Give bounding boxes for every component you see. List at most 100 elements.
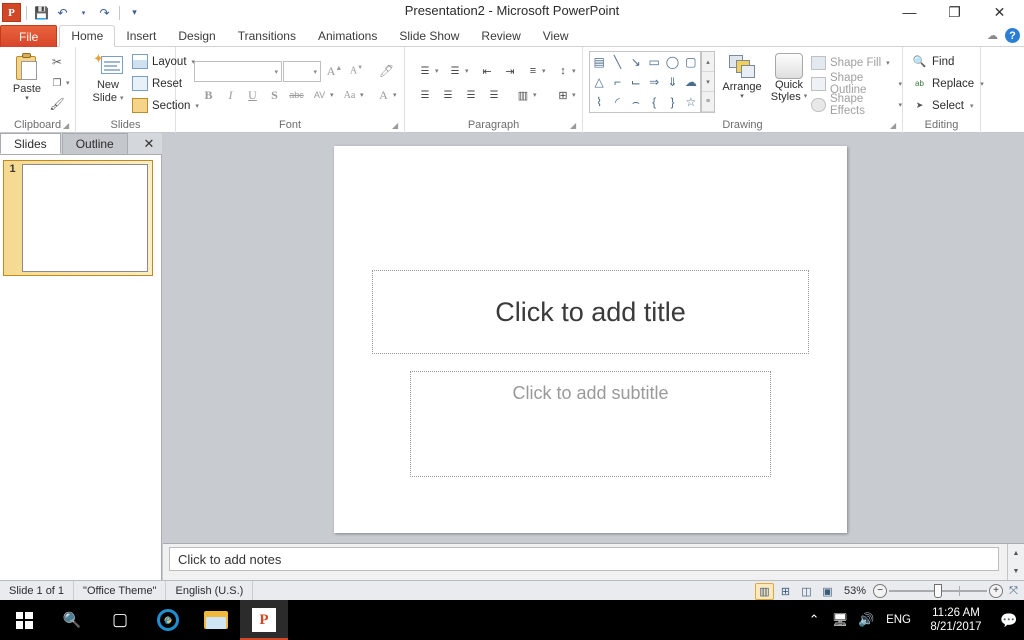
powerpoint-taskbar-button[interactable]: P [240,600,288,640]
star-shape[interactable]: ☆ [682,92,700,112]
chevron-down-icon[interactable]: ▾ [542,67,546,75]
clock[interactable]: 11:26 AM 8/21/2017 [918,600,994,640]
oval-shape[interactable]: ◯ [663,52,681,72]
line-shape[interactable]: ╲ [608,52,626,72]
network-icon[interactable]: 🖥 [827,600,853,640]
zoom-slider-thumb[interactable] [934,584,942,598]
slide-thumbnail-item[interactable]: 1 [3,160,153,276]
file-explorer-button[interactable] [192,600,240,640]
text-shadow-button[interactable]: S [264,85,285,105]
cut-button[interactable]: ✂ [46,52,68,72]
shapes-gallery-scrollbar[interactable]: ▴ ▾ ≡ [701,51,715,113]
shape-fill-button[interactable]: Shape Fill ▾ [811,53,890,72]
minimize-ribbon-icon[interactable]: ☁ [987,29,998,42]
strikethrough-button[interactable]: abc [286,85,307,105]
find-button[interactable]: 🔍 Find [909,51,957,72]
chevron-down-icon[interactable]: ▾ [572,91,576,99]
restore-button[interactable]: ❐ [932,0,977,24]
elbow-arrow-connector-shape[interactable]: ⌙ [627,72,645,92]
tab-design[interactable]: Design [167,25,226,47]
slide-canvas[interactable]: Click to add title Click to add subtitle [334,146,847,533]
grow-font-button[interactable]: A▲ [324,61,345,81]
shrink-font-button[interactable]: A▼ [346,61,367,81]
scroll-up-icon[interactable]: ▲ [1008,544,1024,563]
scroll-down-icon[interactable]: ▼ [1008,563,1024,582]
rounded-rectangle-shape[interactable]: ▢ [682,52,700,72]
underline-button[interactable]: U [242,85,263,105]
chevron-down-icon[interactable]: ▾ [435,67,439,75]
close-button[interactable]: ✕ [977,0,1022,24]
zoom-slider[interactable] [889,584,987,598]
tab-slide-show[interactable]: Slide Show [388,25,470,47]
tab-view[interactable]: View [532,25,580,47]
status-slide-count[interactable]: Slide 1 of 1 [0,581,75,600]
search-button[interactable]: 🔍 [48,600,96,640]
slide-edit-area[interactable]: Click to add title Click to add subtitle [163,133,1024,543]
align-left-button[interactable]: ☰ [415,85,435,105]
chevron-down-icon[interactable]: ▾ [360,91,364,99]
chevron-down-icon[interactable]: ▾ [465,67,469,75]
font-size-input[interactable]: ▾ [283,61,321,82]
bullets-button[interactable]: ☰ [415,61,435,81]
arrange-button[interactable]: Arrange ▾ [719,51,765,113]
font-name-input[interactable]: ▾ [194,61,282,82]
title-placeholder[interactable]: Click to add title [372,270,809,354]
start-button[interactable] [0,600,48,640]
increase-indent-button[interactable]: ⇥ [500,61,520,81]
internet-explorer-button[interactable]: e [144,600,192,640]
new-slide-button[interactable]: ✦ New Slide ▾ [84,51,132,115]
left-brace-shape[interactable]: { [645,92,663,112]
right-arrow-shape[interactable]: ⇒ [645,72,663,92]
curve-shape[interactable]: ⌢ [627,92,645,112]
isosceles-triangle-shape[interactable]: △ [590,72,608,92]
copy-chevron-icon[interactable]: ▾ [66,79,70,87]
zoom-out-button[interactable]: − [873,584,887,598]
italic-button[interactable]: I [220,85,241,105]
shape-effects-button[interactable]: Shape Effects ▾ [811,93,902,117]
arc-shape[interactable]: ◜ [608,92,626,112]
copy-button[interactable]: ❐ [46,73,68,93]
slide-thumbnail-preview[interactable] [22,164,148,272]
tab-slides[interactable]: Slides [0,133,61,154]
scroll-up-icon[interactable]: ▴ [702,52,714,72]
character-spacing-button[interactable]: AV [309,85,330,105]
shapes-gallery[interactable]: ▤ ╲ ↘ ▭ ◯ ▢ △ ⌐ ⌙ ⇒ ⇓ ☁ ⌇ ◜ ⌢ { } ☆ [589,51,701,113]
task-view-button[interactable]: ▢ [96,600,144,640]
reading-view-button[interactable]: ◫ [797,583,816,600]
clear-formatting-button[interactable]: 🖊 [376,61,397,81]
freeform-shape[interactable]: ⌇ [590,92,608,112]
bold-button[interactable]: B [198,85,219,105]
fit-to-window-button[interactable]: ⤧ [1005,584,1022,599]
tab-home[interactable]: Home [59,25,116,47]
text-box-shape[interactable]: ▤ [590,52,608,72]
chevron-down-icon[interactable]: ▾ [572,67,576,75]
tab-transitions[interactable]: Transitions [227,25,307,47]
numbering-button[interactable]: ☰ [445,61,465,81]
change-case-button[interactable]: Aa [339,85,360,105]
language-indicator[interactable]: ENG [879,614,918,626]
drawing-dialog-launcher[interactable]: ◢ [890,121,899,130]
notes-scrollbar[interactable]: ▲ ▼ [1007,544,1024,581]
zoom-in-button[interactable]: + [989,584,1003,598]
volume-icon[interactable]: 🔊 [853,600,879,640]
clipboard-dialog-launcher[interactable]: ◢ [63,121,72,130]
paragraph-dialog-launcher[interactable]: ◢ [570,121,579,130]
line-arrow-shape[interactable]: ↘ [627,52,645,72]
show-hidden-icons-icon[interactable]: ⌃ [801,600,827,640]
font-color-button[interactable]: A [373,85,394,105]
align-text-button[interactable]: ⊞ [553,85,573,105]
quick-styles-button[interactable]: Quick Styles ▾ [767,51,811,117]
subtitle-placeholder[interactable]: Click to add subtitle [410,371,771,477]
columns-button[interactable]: ▥ [513,85,533,105]
font-dialog-launcher[interactable]: ◢ [392,121,401,130]
cloud-shape[interactable]: ☁ [682,72,700,92]
text-direction-button[interactable]: ↕ [553,61,573,81]
tab-insert[interactable]: Insert [115,25,167,47]
chevron-down-icon[interactable]: ▾ [533,91,537,99]
select-button[interactable]: ➤ Select ▾ [909,95,976,116]
slide-sorter-view-button[interactable]: ⊞ [776,583,795,600]
slide-show-view-button[interactable]: ▣ [818,583,837,600]
align-center-button[interactable]: ☰ [438,85,458,105]
decrease-indent-button[interactable]: ⇤ [477,61,497,81]
tab-animations[interactable]: Animations [307,25,388,47]
